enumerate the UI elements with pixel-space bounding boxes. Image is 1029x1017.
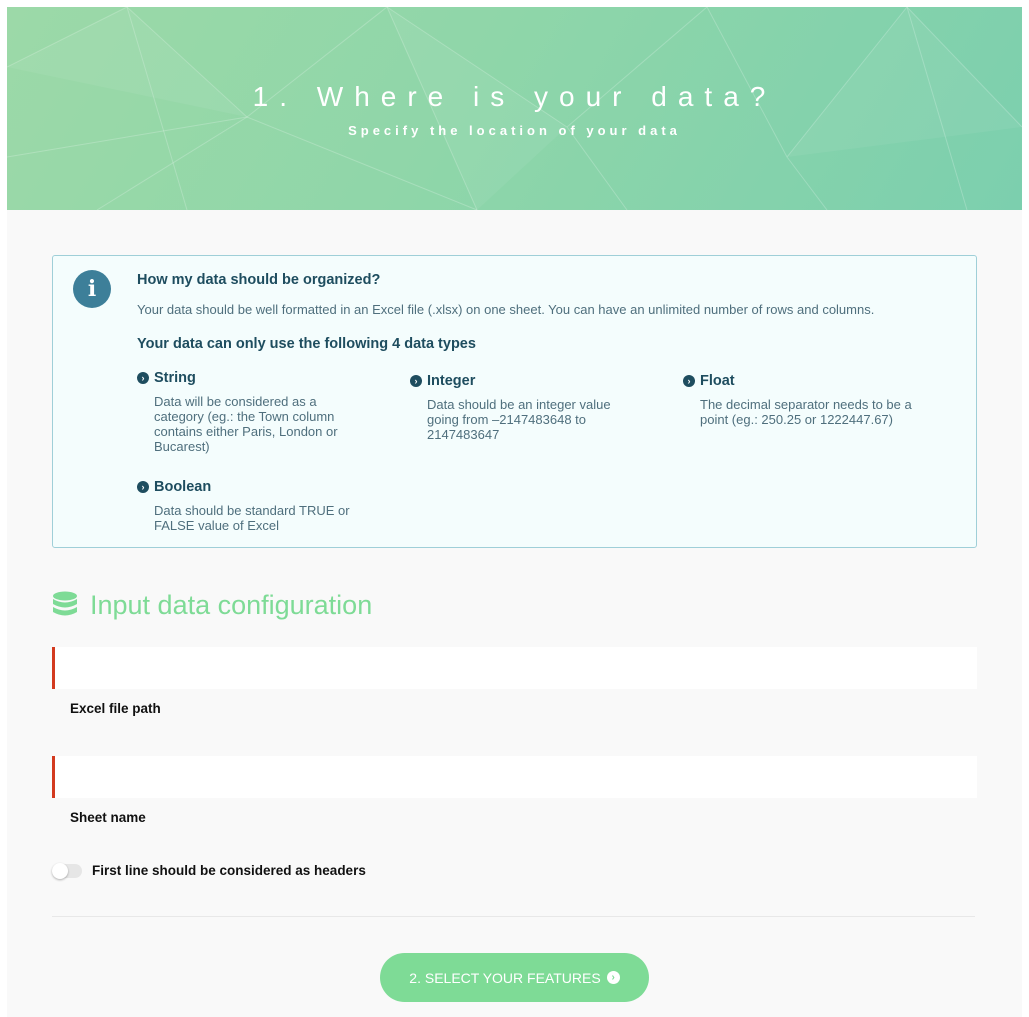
info-icon: i — [73, 270, 111, 308]
page: 1. Where is your data? Specify the locat… — [7, 7, 1022, 1017]
headers-toggle-label: First line should be considered as heade… — [92, 863, 366, 878]
data-type-string: › String Data will be considered as a cat… — [137, 370, 362, 454]
section-heading: Input data configuration — [52, 590, 372, 621]
select-features-button[interactable]: 2. SELECT YOUR FEATURES › — [380, 953, 649, 1002]
database-icon — [53, 591, 77, 616]
data-type-description: Data should be standard TRUE or FALSE va… — [154, 503, 350, 533]
data-type-name: Boolean — [154, 479, 212, 495]
arrow-circle-right-icon: › — [606, 971, 620, 984]
headers-toggle[interactable] — [52, 862, 82, 879]
page-subtitle: Specify the location of your data — [348, 123, 681, 138]
select-features-button-label: 2. SELECT YOUR FEATURES — [409, 969, 601, 986]
data-type-name: Float — [700, 373, 735, 389]
excel-file-path-input[interactable] — [55, 647, 977, 689]
chevron-right-icon: › — [137, 481, 149, 493]
excel-file-path-label: Excel file path — [70, 701, 161, 716]
sheet-name-input[interactable] — [55, 756, 977, 798]
data-type-description: The decimal separator needs to be a poin… — [700, 397, 912, 427]
chevron-right-icon: › — [137, 372, 149, 384]
toggle-knob — [52, 862, 68, 879]
excel-file-path-field[interactable] — [52, 647, 977, 689]
section-title: Input data configuration — [90, 590, 373, 620]
info-panel: i How my data should be organized? Your … — [52, 255, 977, 548]
data-type-integer: › Integer Data should be an integer value… — [410, 373, 635, 442]
data-type-float: › Float The decimal separator needs to be… — [683, 373, 912, 427]
data-type-description: Data should be an integer value going fr… — [427, 397, 611, 442]
sheet-name-label: Sheet name — [70, 810, 146, 825]
data-type-description: Data will be considered as a category (e… — [154, 394, 338, 454]
divider — [52, 916, 975, 917]
data-type-boolean: › Boolean Data should be standard TRUE or… — [137, 479, 362, 533]
chevron-right-icon: › — [683, 375, 695, 387]
data-type-name: String — [154, 370, 196, 386]
info-heading: How my data should be organized? — [137, 272, 381, 288]
info-text: Your data should be well formatted in an… — [137, 302, 875, 317]
data-types-heading: Your data can only use the following 4 d… — [137, 336, 476, 352]
headers-toggle-row: First line should be considered as heade… — [52, 862, 366, 879]
hero-banner: 1. Where is your data? Specify the locat… — [7, 7, 1022, 210]
sheet-name-field[interactable] — [52, 756, 977, 798]
page-title: 1. Where is your data? — [252, 81, 777, 112]
chevron-right-icon: › — [410, 375, 422, 387]
data-type-name: Integer — [427, 373, 476, 389]
